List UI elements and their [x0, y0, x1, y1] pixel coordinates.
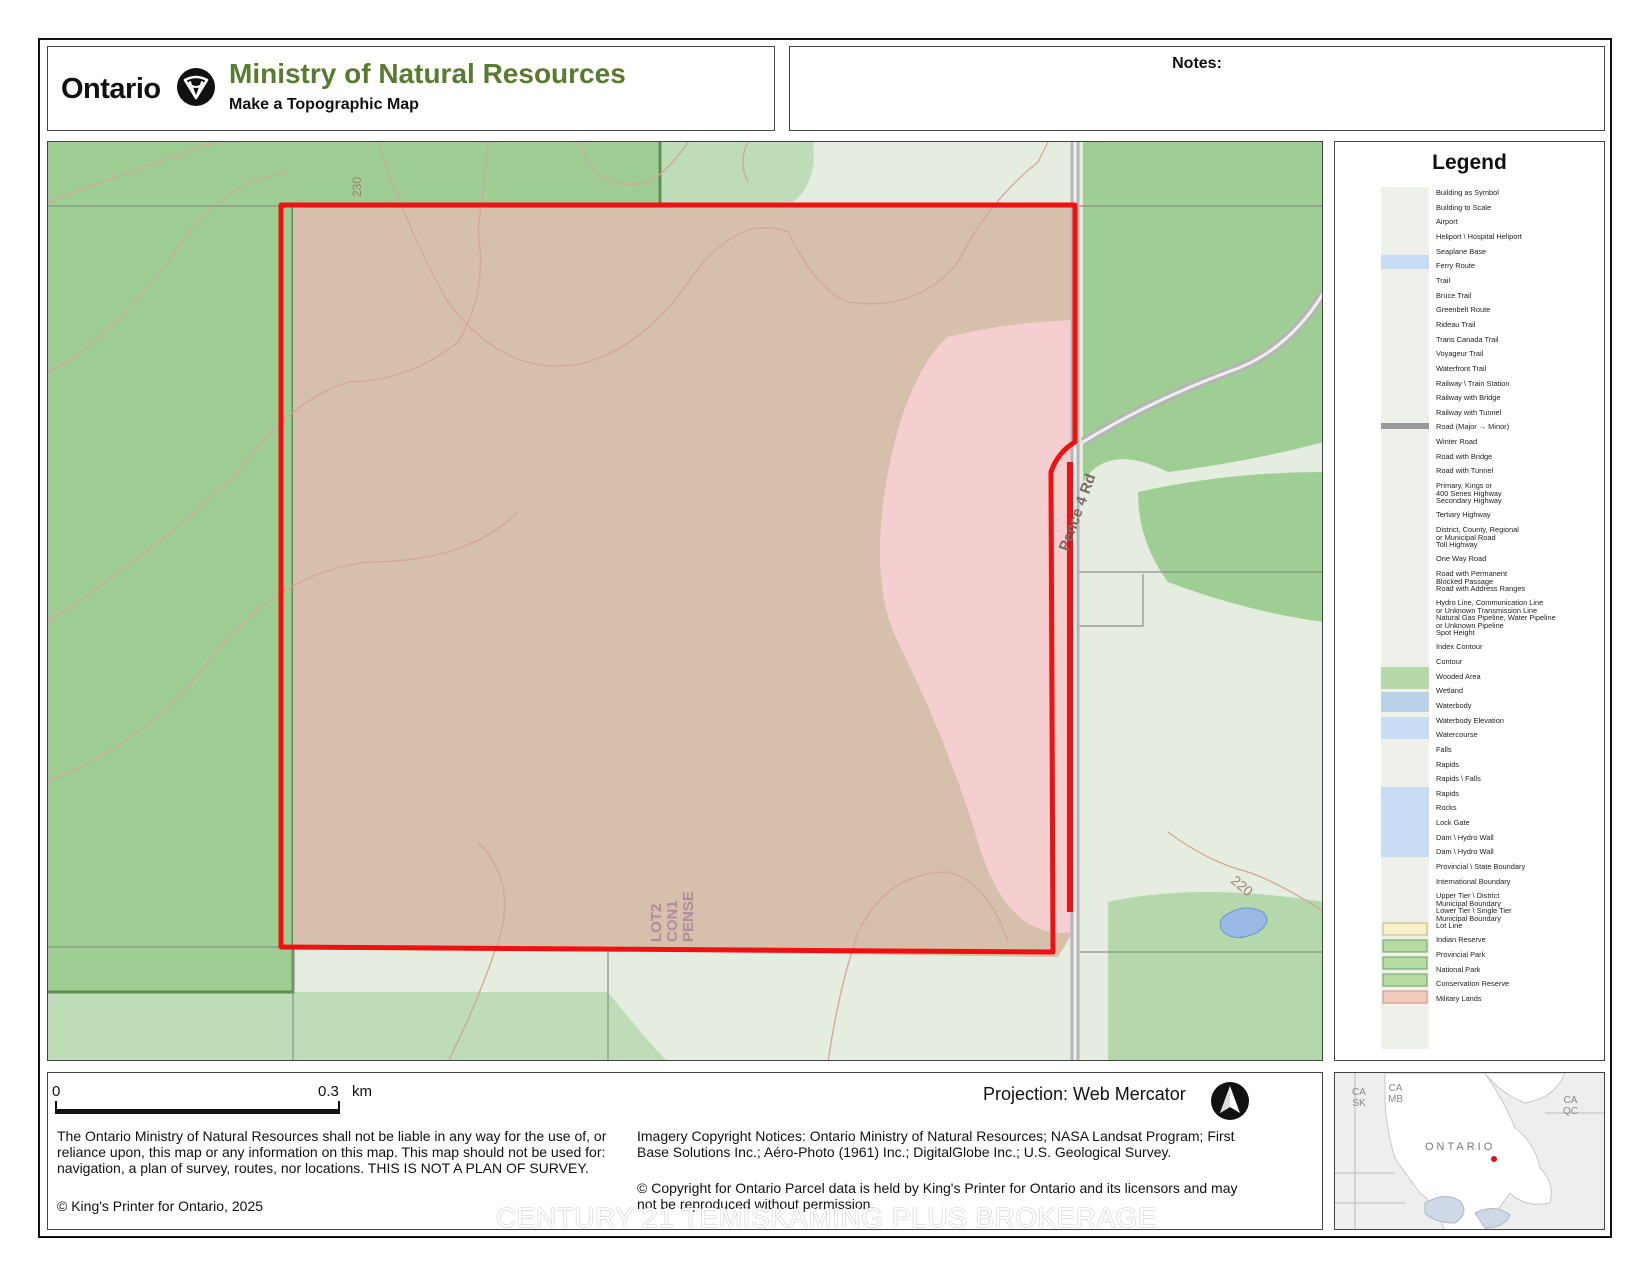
legend-item: Railway \ Train Station: [1436, 378, 1510, 388]
legend-item: Lot Line: [1436, 920, 1463, 930]
legend-item: Railway with Tunnel: [1436, 407, 1502, 417]
legend-item: Index Contour: [1436, 642, 1483, 652]
legend-item: Building to Scale: [1436, 202, 1492, 212]
legend-item: National Park: [1436, 964, 1481, 974]
parcel-label-lot: LOT2: [648, 904, 665, 942]
legend-item: Provincial Park: [1436, 950, 1486, 960]
inset-label-sk: CA SK: [1352, 1087, 1366, 1109]
legend-swatch-road: [1381, 423, 1429, 429]
contour-label-230: 230: [350, 177, 364, 197]
legend-panel: Legend Building as Symbol Building to Sca…: [1334, 141, 1605, 1061]
legend-swatch-wetland: [1381, 692, 1429, 712]
locator-inset-map: CA SK CA MB CA QC ONTARIO: [1334, 1072, 1605, 1230]
wooded-area-west: [48, 142, 293, 992]
map-canvas[interactable]: 230 220 Pence 4 Rd LOT2 CON1 PENSE: [48, 142, 1323, 1061]
legend-swatches: [1381, 187, 1429, 1049]
legend-item: Toll Highway: [1436, 539, 1478, 549]
legend-item: Seaplane Base: [1436, 246, 1487, 256]
legend-item: International Boundary: [1436, 876, 1511, 886]
legend-title: Legend: [1432, 151, 1507, 174]
map-subtitle: Make a Topographic Map: [229, 96, 419, 113]
scale-end: 0.3: [318, 1083, 339, 1100]
kings-printer-copyright: © King's Printer for Ontario, 2025: [57, 1198, 263, 1214]
legend-item: Railway with Bridge: [1436, 393, 1501, 403]
legend-item: Winter Road: [1436, 437, 1478, 447]
scale-unit: km: [352, 1083, 372, 1100]
legend-item: Voyageur Trail: [1436, 349, 1484, 359]
parcel-label-con: CON1: [664, 900, 681, 942]
legend-swatch-strip: [1381, 187, 1429, 1049]
legend-item: Trail: [1436, 275, 1451, 285]
legend-swatch-conservation: [1382, 973, 1428, 987]
legend-item: Heliport \ Hospital Heliport: [1436, 231, 1522, 241]
legend-item: Spot Height: [1436, 627, 1475, 637]
wooded-area-north-center: [660, 142, 814, 206]
legend-item: Ferry Route: [1436, 261, 1476, 271]
scale-bar: [56, 1109, 340, 1114]
notes-panel[interactable]: Notes:: [789, 46, 1605, 131]
legend-item: Road with Tunnel: [1436, 466, 1494, 476]
inset-location-marker: [1491, 1156, 1497, 1162]
legend-swatch-waterbody: [1381, 717, 1429, 739]
legend-item: Road with Bridge: [1436, 451, 1493, 461]
ontario-wordmark: Ontario: [61, 73, 161, 105]
inset-label-mb: CA MB: [1388, 1083, 1403, 1105]
legend-item: Tertiary Highway: [1436, 510, 1491, 520]
legend-item: Conservation Reserve: [1436, 979, 1510, 989]
wooded-area-north: [293, 142, 660, 206]
legend-item: Rideau Trail: [1436, 319, 1476, 329]
legend-item: Wetland: [1436, 686, 1463, 696]
legend-item: Rocks: [1436, 803, 1457, 813]
legend-item: Waterfront Trail: [1436, 363, 1487, 373]
imagery-copyright: Imagery Copyright Notices: Ontario Minis…: [637, 1128, 1235, 1160]
legend-item: Rapids: [1436, 759, 1460, 769]
legend-swatch-military: [1382, 990, 1428, 1004]
ministry-title: Ministry of Natural Resources: [229, 58, 626, 89]
wooded-area-east-upper: [1083, 142, 1322, 482]
disclaimer-text: The Ontario Ministry of Natural Resource…: [57, 1128, 607, 1176]
legend-item: Airport: [1436, 217, 1458, 227]
legend-item: Greenbelt Route: [1436, 305, 1491, 315]
legend-item: Waterbody: [1436, 700, 1472, 710]
legend-item: Watercourse: [1436, 730, 1478, 740]
legend-item: One Way Road: [1436, 554, 1487, 564]
legend-item: Building as Symbol: [1436, 188, 1499, 197]
inset-label-qc: CA QC: [1563, 1095, 1578, 1117]
legend-item: Wooded Area: [1436, 671, 1481, 681]
legend-item: Military Lands: [1436, 994, 1482, 1003]
legend-swatch-rapids: [1381, 787, 1429, 857]
legend-swatch-indian-reserve: [1382, 922, 1428, 936]
legend-swatch-provincial-park: [1382, 939, 1428, 953]
inset-province-label: ONTARIO: [1425, 1141, 1496, 1153]
legend-item: Rapids \ Falls: [1436, 774, 1481, 784]
legend-item: Bruce Trail: [1436, 290, 1472, 300]
legend-item: Indian Reserve: [1436, 935, 1486, 945]
parcel-label-twp: PENSE: [680, 891, 697, 942]
legend-item: Secondary Highway: [1436, 495, 1502, 505]
legend-item: Road with Address Ranges: [1436, 583, 1526, 593]
trillium-logo-icon: [177, 68, 215, 106]
scale-start: 0: [52, 1083, 61, 1100]
topographic-map[interactable]: 230 220 Pence 4 Rd LOT2 CON1 PENSE: [47, 141, 1323, 1061]
legend-item: Trans Canada Trail: [1436, 334, 1499, 344]
legend-item: Dam \ Hydro Wall: [1436, 832, 1494, 842]
legend-item: Rapids: [1436, 788, 1460, 798]
north-arrow-icon: [1211, 1082, 1249, 1120]
wooded-area-east-south: [1108, 892, 1322, 1060]
projection-label: Projection: Web Mercator: [983, 1084, 1186, 1104]
legend-swatch-national-park: [1382, 956, 1428, 970]
legend-item: Lock Gate: [1436, 818, 1470, 828]
legend-item: Dam \ Hydro Wall: [1436, 847, 1494, 857]
legend-swatch-ferry: [1381, 255, 1429, 269]
legend-swatch-wooded: [1381, 667, 1429, 689]
legend-item: Provincial \ State Boundary: [1436, 862, 1526, 872]
notes-label: Notes:: [1172, 55, 1222, 72]
wooded-area-south: [48, 992, 667, 1060]
brokerage-watermark: CENTURY 21 TEMISKAMING PLUS BROKERAGE: [496, 1202, 1158, 1233]
legend-item: Waterbody Elevation: [1436, 715, 1504, 725]
legend-item: Contour: [1436, 656, 1463, 666]
header-panel: Ontario Ministry of Natural Resources Ma…: [47, 46, 775, 131]
legend-item: Falls: [1436, 744, 1452, 754]
legend-item: Road (Major → Minor): [1436, 422, 1510, 432]
